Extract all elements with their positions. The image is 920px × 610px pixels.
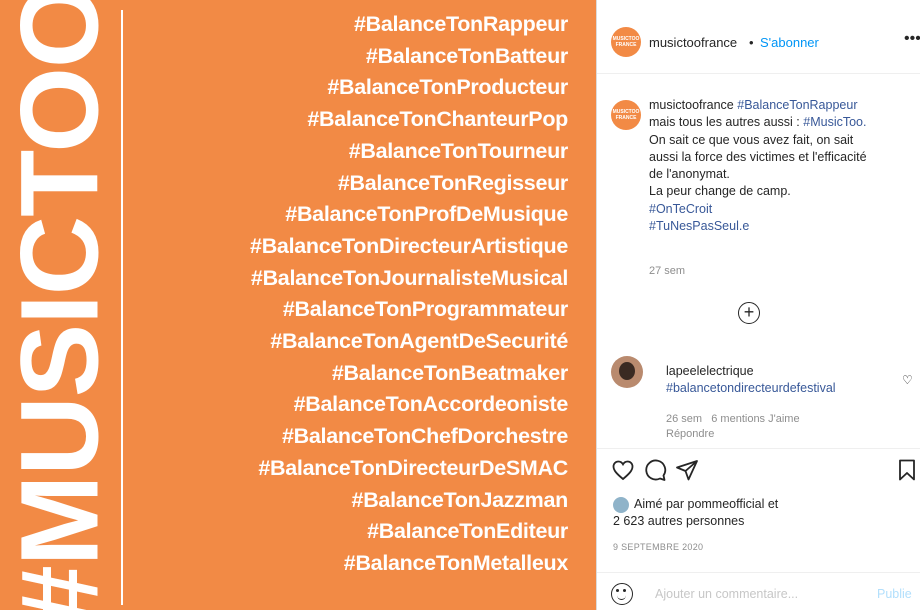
follow-button[interactable]: S'abonner bbox=[760, 35, 819, 50]
hashtag-item: #BalanceTonRappeur bbox=[353, 12, 568, 36]
caption-line: La peur change de camp. bbox=[649, 184, 791, 199]
hashtag-item: #BalanceTonBeatmaker bbox=[331, 360, 568, 385]
header-username[interactable]: musictoofrance bbox=[649, 35, 737, 50]
comment-likes[interactable]: 6 mentions J'aime bbox=[711, 413, 799, 425]
caption-line: mais tous les autres aussi : bbox=[649, 115, 800, 130]
hashtag-item: #BalanceTonProgrammateur bbox=[282, 297, 568, 322]
post-image[interactable]: #MUSICTOO #BalanceTonRappeur #BalanceTon… bbox=[0, 0, 596, 610]
share-icon[interactable] bbox=[675, 458, 699, 482]
caption-time[interactable]: 27 sem bbox=[649, 265, 685, 277]
comment-text[interactable]: #balancetondirecteurdefestival bbox=[666, 381, 836, 395]
instagram-post: #MUSICTOO #BalanceTonRappeur #BalanceTon… bbox=[0, 0, 920, 610]
header-separator: • bbox=[749, 35, 754, 50]
likes-count[interactable]: 2 623 autres personnes bbox=[613, 514, 744, 528]
caption-hashtag[interactable]: #BalanceTonRappeur bbox=[737, 98, 857, 112]
hashtag-list: #BalanceTonRappeur #BalanceTonBatteur #B… bbox=[250, 9, 568, 580]
hashtag-item: #BalanceTonRegisseur bbox=[337, 170, 568, 195]
hashtag-item: #BalanceTonDirecteurDeSMAC bbox=[258, 455, 568, 480]
hashtag-item: #BalanceTonChefDorchestre bbox=[281, 424, 568, 449]
caption-line: de l'anonymat. bbox=[649, 167, 730, 182]
caption-line: aussi la force des victimes et l'efficac… bbox=[649, 149, 867, 164]
caption-line: On sait ce que vous avez fait, on sait bbox=[649, 132, 854, 147]
caption-avatar[interactable]: MUSICTOO FRANCE bbox=[611, 100, 641, 130]
post-date[interactable]: 9 SEPTEMBRE 2020 bbox=[613, 542, 703, 552]
liker-avatar[interactable] bbox=[613, 497, 629, 513]
plus-circle-icon[interactable]: + bbox=[738, 302, 760, 324]
divider-line bbox=[121, 10, 123, 605]
hashtag-item: #BalanceTonAgentDeSecurité bbox=[270, 329, 568, 354]
caption-hashtag[interactable]: #TuNesPasSeul.e bbox=[649, 218, 909, 235]
likes-summary[interactable]: Aimé par pommeofficial et bbox=[634, 497, 778, 511]
vertical-title: #MUSICTOO bbox=[0, 0, 122, 610]
hashtag-item: #BalanceTonMetalleux bbox=[343, 550, 569, 575]
comment-input[interactable] bbox=[655, 587, 845, 601]
more-icon[interactable]: ••• bbox=[904, 30, 920, 48]
hashtag-item: #BalanceTonBatteur bbox=[365, 43, 568, 68]
caption-hashtag[interactable]: #MusicToo. bbox=[803, 115, 866, 129]
hashtag-item: #BalanceTonTourneur bbox=[348, 138, 569, 163]
hashtag-item: #BalanceTonJournalisteMusical bbox=[250, 265, 568, 290]
hashtag-item: #BalanceTonProducteur bbox=[327, 75, 568, 100]
hashtag-item: #BalanceTonJazzman bbox=[351, 487, 569, 512]
hashtag-item: #BalanceTonChanteurPop bbox=[307, 107, 568, 132]
actions-divider bbox=[597, 448, 920, 449]
comment-avatar[interactable] bbox=[611, 356, 643, 388]
comment-time[interactable]: 26 sem bbox=[666, 413, 702, 425]
heart-icon[interactable]: ♡ bbox=[902, 373, 913, 387]
vertical-title-text: #MUSICTOO bbox=[0, 0, 122, 610]
comment-username[interactable]: lapeelelectrique bbox=[666, 364, 754, 378]
hashtag-item: #BalanceTonDirecteurArtistique bbox=[250, 233, 568, 258]
comment-icon[interactable] bbox=[643, 458, 667, 482]
comment-meta: 26 sem 6 mentions J'aime bbox=[666, 413, 800, 425]
comment-bar-divider bbox=[597, 572, 920, 573]
emoji-icon[interactable] bbox=[611, 583, 633, 605]
heart-icon[interactable] bbox=[611, 458, 635, 482]
hashtag-item: #BalanceTonEditeur bbox=[367, 519, 568, 544]
hashtag-item: #BalanceTonAccordeoniste bbox=[293, 392, 569, 417]
account-avatar[interactable]: MUSICTOO FRANCE bbox=[611, 27, 641, 57]
reply-button[interactable]: Répondre bbox=[666, 428, 714, 440]
post-side-panel: MUSICTOO FRANCE musictoofrance • S'abonn… bbox=[596, 0, 920, 610]
caption: musictoofrance #BalanceTonRappeur mais t… bbox=[649, 97, 909, 235]
bookmark-icon[interactable] bbox=[895, 458, 919, 482]
header-divider bbox=[597, 73, 920, 74]
caption-hashtag[interactable]: #OnTeCroit bbox=[649, 201, 909, 218]
publish-button[interactable]: Publie bbox=[877, 587, 912, 601]
caption-username[interactable]: musictoofrance bbox=[649, 98, 734, 112]
hashtag-item: #BalanceTonProfDeMusique bbox=[285, 202, 568, 227]
